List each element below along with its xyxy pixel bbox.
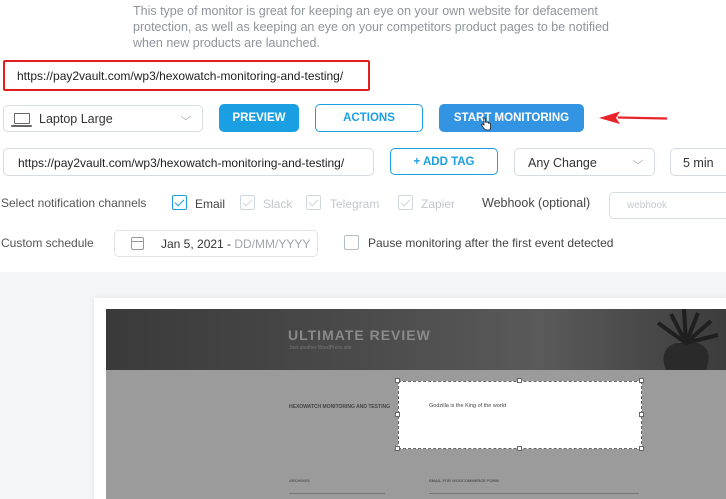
pause-monitoring-checkbox[interactable] xyxy=(344,235,359,250)
zapier-checkbox[interactable] xyxy=(398,195,413,210)
widget-archives-title: ARCHIVES xyxy=(289,478,310,483)
change-type-value: Any Change xyxy=(528,156,597,170)
date-value: Jan 5, 2021 - xyxy=(161,237,235,251)
url-input[interactable]: https://pay2vault.com/wp3/hexowatch-moni… xyxy=(3,148,374,176)
resize-handle[interactable] xyxy=(517,378,522,383)
resize-handle[interactable] xyxy=(395,446,400,451)
device-select-value: Laptop Large xyxy=(39,111,113,126)
resize-handle[interactable] xyxy=(395,378,400,383)
webhook-label: Webhook (optional) xyxy=(482,196,591,210)
preview-button[interactable]: PREVIEW xyxy=(219,104,299,132)
change-type-select[interactable]: Any Change ⌵ xyxy=(514,148,655,176)
plant-image xyxy=(656,309,719,370)
widget-divider xyxy=(429,493,639,494)
calendar-icon xyxy=(131,237,144,250)
telegram-label: Telegram xyxy=(330,197,380,211)
email-label: Email xyxy=(195,197,226,211)
start-monitoring-button[interactable]: START MONITORING xyxy=(439,104,584,132)
widget-divider xyxy=(289,493,385,494)
resize-handle[interactable] xyxy=(395,412,400,417)
resize-handle[interactable] xyxy=(639,446,644,451)
selected-element-box[interactable]: Godzilla is the King of the world xyxy=(398,381,642,449)
custom-schedule-label: Custom schedule xyxy=(1,236,94,250)
url-highlighted-field[interactable]: https://pay2vault.com/wp3/hexowatch-moni… xyxy=(3,60,370,91)
widget-email-title: EMAIL FOR WOOCOMMERCE FORM xyxy=(429,478,499,483)
slack-label: Slack xyxy=(263,197,293,211)
resize-handle[interactable] xyxy=(639,378,644,383)
webhook-input[interactable]: webhook xyxy=(609,192,726,219)
date-range-input[interactable]: Jan 5, 2021 - DD/MM/YYYY xyxy=(114,230,318,257)
annotation-arrow-icon xyxy=(599,111,668,124)
post-title: HEXOWATCH MONITORING AND TESTING xyxy=(289,404,391,410)
device-select[interactable]: Laptop Large ⌵ xyxy=(3,105,203,132)
add-tag-button[interactable]: + ADD TAG xyxy=(390,148,498,175)
chevron-down-icon: ⌵ xyxy=(180,112,192,123)
selected-element-text: Godzilla is the King of the world xyxy=(429,403,507,409)
interval-select[interactable]: 5 min xyxy=(670,148,726,176)
notification-channels-label: Select notification channels xyxy=(1,196,147,210)
monitor-description: This type of monitor is great for keepin… xyxy=(133,4,609,50)
site-tagline: Just another WordPress site xyxy=(289,345,352,351)
slack-checkbox[interactable] xyxy=(240,195,255,210)
hand-cursor-icon xyxy=(480,117,491,131)
telegram-checkbox[interactable] xyxy=(306,195,321,210)
zapier-label: Zapier xyxy=(421,197,456,211)
site-title: ULTIMATE REVIEW xyxy=(288,327,431,343)
actions-button[interactable]: ACTIONS xyxy=(315,104,423,132)
date-placeholder: DD/MM/YYYY xyxy=(234,237,311,251)
pause-monitoring-label: Pause monitoring after the first event d… xyxy=(368,236,614,250)
resize-handle[interactable] xyxy=(517,446,522,451)
resize-handle[interactable] xyxy=(639,412,644,417)
chevron-down-icon: ⌵ xyxy=(632,156,644,167)
laptop-icon xyxy=(11,113,32,127)
email-checkbox[interactable] xyxy=(172,195,187,210)
site-header-image: ULTIMATE REVIEW Just another WordPress s… xyxy=(106,309,726,370)
